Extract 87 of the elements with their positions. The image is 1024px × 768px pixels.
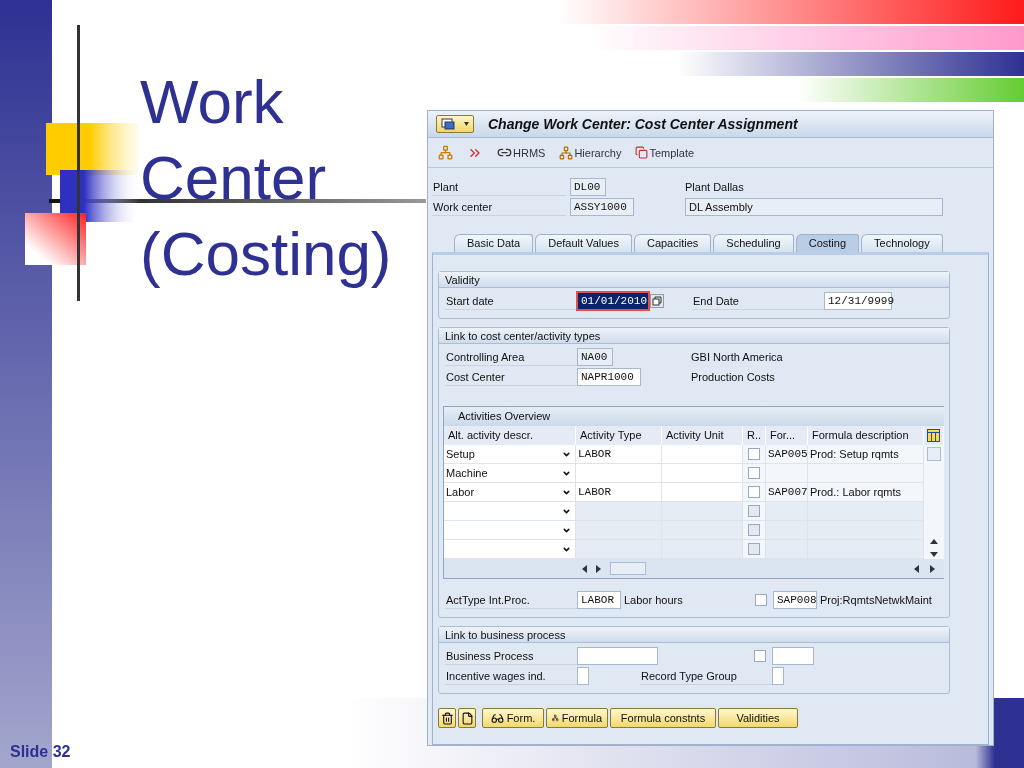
- hierarchy-icon: [438, 145, 453, 160]
- toolbar-button[interactable]: HRMS: [497, 145, 546, 160]
- column-header[interactable]: Formula description: [808, 426, 924, 445]
- dropdown-cell[interactable]: Machine: [444, 464, 576, 483]
- date-field[interactable]: 01/01/2010: [577, 292, 649, 310]
- checkbox[interactable]: [748, 467, 760, 479]
- vertical-scrollbar[interactable]: [924, 445, 944, 559]
- date-field[interactable]: 12/31/9999: [824, 292, 892, 310]
- description-field: DL Assembly: [685, 198, 943, 216]
- icon-button[interactable]: [458, 708, 476, 728]
- cell-text: Machine: [446, 466, 488, 481]
- description-text: Plant Dallas: [685, 181, 745, 193]
- input-field[interactable]: ASSY1000: [570, 198, 634, 216]
- dropdown-cell[interactable]: Setup: [444, 445, 576, 464]
- group-title: Link to business process: [439, 627, 949, 643]
- input-field[interactable]: [577, 647, 658, 665]
- input-field[interactable]: [772, 647, 814, 665]
- checkbox[interactable]: [755, 594, 767, 606]
- checkbox[interactable]: [748, 486, 760, 498]
- hierarchy-icon: [552, 712, 559, 724]
- dropdown-cell[interactable]: [444, 502, 576, 521]
- input-field[interactable]: LABOR: [577, 591, 621, 609]
- table-cell: SAP005: [766, 445, 808, 464]
- column-header[interactable]: For...: [766, 426, 808, 445]
- dropdown-cell[interactable]: Labor: [444, 483, 576, 502]
- icon-button[interactable]: [438, 708, 456, 728]
- field-label: Plant: [432, 178, 566, 196]
- document-icon: [460, 711, 474, 725]
- glasses-icon: [490, 711, 504, 725]
- column-header[interactable]: Activity Unit: [662, 426, 743, 445]
- checkbox[interactable]: [748, 448, 760, 460]
- description-text: GBI North America: [691, 351, 783, 363]
- table-cell: SAP007: [766, 483, 808, 502]
- column-header[interactable]: Alt. activity descr.: [444, 426, 576, 445]
- dropdown-cell[interactable]: [444, 521, 576, 540]
- column-settings-icon[interactable]: [927, 429, 940, 442]
- scroll-thumb[interactable]: [610, 562, 646, 575]
- horizontal-scrollbar[interactable]: [444, 559, 944, 578]
- table-title: Activities Overview: [444, 407, 944, 426]
- field-label: Work center: [432, 198, 566, 216]
- trash-icon: [440, 711, 454, 725]
- tab[interactable]: Default Values: [535, 234, 632, 252]
- checkbox[interactable]: [754, 650, 766, 662]
- tab[interactable]: Capacities: [633, 234, 712, 252]
- slide-number: Slide 32: [10, 743, 71, 761]
- cell-text: Setup: [446, 447, 475, 462]
- input-field[interactable]: SAP008: [773, 591, 817, 609]
- input-field[interactable]: [577, 667, 589, 685]
- column-header[interactable]: Activity Type: [576, 426, 662, 445]
- menu-button[interactable]: [436, 115, 474, 133]
- input-field[interactable]: NA00: [577, 348, 613, 366]
- window-title: Change Work Center: Cost Center Assignment: [488, 116, 798, 132]
- copy-icon: [635, 146, 649, 159]
- tab[interactable]: Scheduling: [713, 234, 794, 252]
- caret-icon: [463, 122, 469, 126]
- scroll-thumb[interactable]: [927, 447, 941, 461]
- description-text: Proj:RqmtsNetwkMaint: [820, 594, 932, 606]
- slide-title: Work Center (Costing): [140, 66, 393, 290]
- table-cell: LABOR: [576, 483, 662, 502]
- description-text: Labor hours: [624, 594, 684, 606]
- tab[interactable]: Basic Data: [454, 234, 534, 252]
- toolbar-button[interactable]: Hierarchy: [559, 145, 622, 160]
- toolbar-button[interactable]: Validities: [718, 708, 798, 728]
- input-field[interactable]: NAPR1000: [577, 368, 641, 386]
- tab[interactable]: Costing: [795, 234, 860, 252]
- cell-text: Labor: [446, 485, 475, 500]
- input-field[interactable]: DL00: [570, 178, 606, 196]
- column-header[interactable]: R..: [743, 426, 766, 445]
- toolbar-button[interactable]: Form.: [482, 708, 544, 728]
- group-title: Validity: [439, 272, 949, 288]
- dropdown-cell[interactable]: [444, 540, 576, 559]
- toolbar-button[interactable]: Template: [635, 146, 695, 159]
- toolbar-icon[interactable]: [438, 145, 453, 160]
- table-cell: Prod.: Labor rqmts: [808, 483, 924, 502]
- scroll-up-icon[interactable]: [930, 539, 938, 544]
- value-help-icon[interactable]: [650, 294, 664, 308]
- table-cell: LABOR: [576, 445, 662, 464]
- scroll-down-icon[interactable]: [930, 552, 938, 557]
- hierarchy-icon: [559, 145, 574, 160]
- toolbar-button[interactable]: Formula constnts: [610, 708, 716, 728]
- group-title: Link to cost center/activity types: [439, 328, 949, 344]
- toolbar-button[interactable]: Formula: [546, 708, 608, 728]
- input-field[interactable]: [772, 667, 784, 685]
- table-cell: Prod: Setup rqmts: [808, 445, 924, 464]
- description-text: Production Costs: [691, 371, 775, 383]
- window-icon: [441, 118, 456, 130]
- tab[interactable]: Technology: [861, 234, 943, 252]
